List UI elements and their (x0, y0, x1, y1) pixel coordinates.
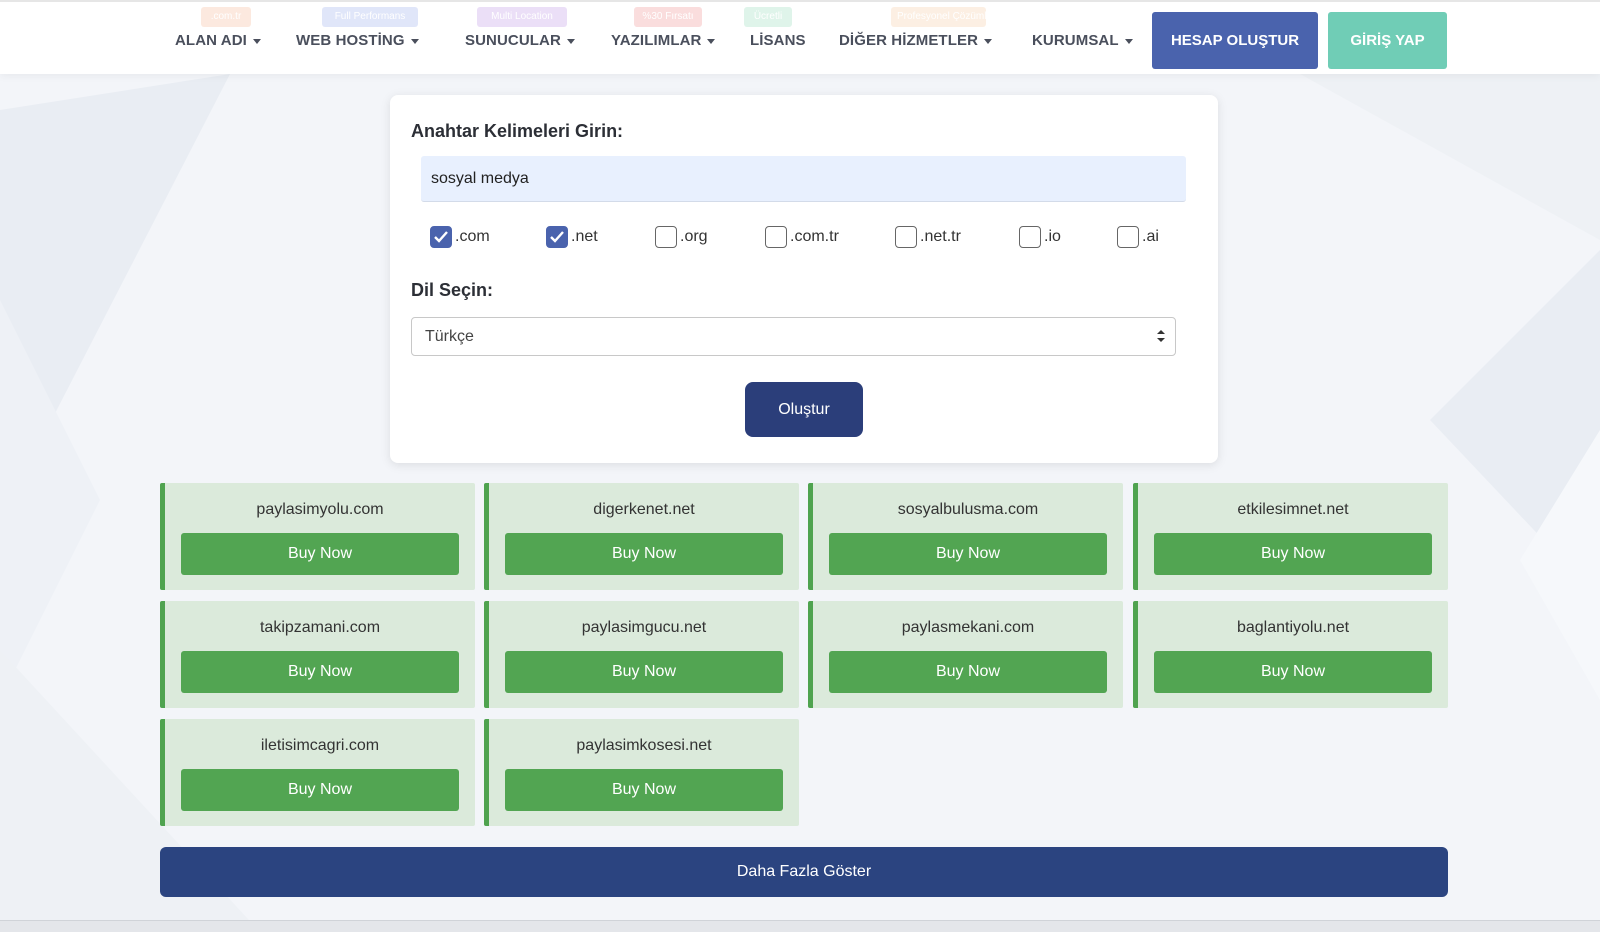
tld-label: .net (571, 228, 598, 245)
caret-down-icon (707, 38, 716, 44)
buy-now-button[interactable]: Buy Now (505, 651, 783, 693)
tld-checkbox-ai[interactable]: .ai (1117, 226, 1159, 248)
nav-item-label: KURUMSAL (1032, 32, 1119, 49)
top-navbar: .com.tr Full Performans Multi Location %… (0, 0, 1600, 74)
checkbox-empty-icon[interactable] (1117, 226, 1139, 248)
language-select[interactable]: Türkçe (411, 317, 1176, 356)
checkbox-empty-icon[interactable] (765, 226, 787, 248)
domain-name: paylasimkosesi.net (576, 737, 712, 754)
tld-label: .io (1044, 228, 1061, 245)
buy-now-button[interactable]: Buy Now (505, 533, 783, 575)
nav-item-label: ALAN ADI (175, 32, 247, 49)
domain-name: baglantiyolu.net (1236, 619, 1350, 636)
nav-badge-lisans: Ücretli (744, 7, 792, 27)
tld-checkbox-com[interactable]: .com (430, 226, 490, 248)
domain-card: baglantiyolu.net Buy Now (1133, 601, 1448, 708)
domain-card: paylasimkosesi.net Buy Now (484, 719, 799, 826)
caret-down-icon (252, 38, 261, 44)
buy-now-button[interactable]: Buy Now (1154, 651, 1432, 693)
checkbox-empty-icon[interactable] (1019, 226, 1041, 248)
nav-badge-alan-adi: .com.tr (201, 7, 251, 27)
tld-checkbox-org[interactable]: .org (655, 226, 708, 248)
tld-checkbox-net-tr[interactable]: .net.tr (895, 226, 961, 248)
nav-item-diger-hizmetler[interactable]: DİĞER HİZMETLER (839, 32, 992, 49)
domain-card: digerkenet.net Buy Now (484, 483, 799, 590)
login-button[interactable]: GİRİŞ YAP (1328, 12, 1447, 69)
domain-name: paylasmekani.com (901, 619, 1035, 636)
nav-item-web-hosting[interactable]: WEB HOSTİNG (296, 32, 419, 49)
domain-name: etkilesimnet.net (1237, 501, 1349, 518)
domain-card: sosyalbulusma.com Buy Now (808, 483, 1123, 590)
nav-item-label: LİSANS (750, 32, 806, 49)
checkbox-empty-icon[interactable] (655, 226, 677, 248)
buy-now-button[interactable]: Buy Now (1154, 533, 1432, 575)
language-label: Dil Seçin: (411, 280, 494, 300)
caret-down-icon (410, 38, 419, 44)
domain-card: takipzamani.com Buy Now (160, 601, 475, 708)
nav-item-kurumsal[interactable]: KURUMSAL (1032, 32, 1133, 49)
nav-badge-web-hosting: Full Performans (322, 7, 418, 27)
checkbox-empty-icon[interactable] (895, 226, 917, 248)
buy-now-button[interactable]: Buy Now (181, 769, 459, 811)
tld-checkbox-io[interactable]: .io (1019, 226, 1061, 248)
tld-label: .org (680, 228, 708, 245)
select-arrows-icon (1157, 330, 1165, 342)
domain-name: sosyalbulusma.com (897, 501, 1039, 518)
checkbox-checked-icon[interactable] (430, 226, 452, 248)
caret-down-icon (984, 38, 992, 44)
nav-item-label: YAZILIMLAR (611, 32, 702, 49)
tld-label: .ai (1142, 228, 1159, 245)
keywords-label: Anahtar Kelimeleri Girin: (411, 121, 624, 141)
tld-label: .net.tr (920, 228, 961, 245)
domain-card: paylasmekani.com Buy Now (808, 601, 1123, 708)
domain-name: iletisimcagri.com (260, 737, 380, 754)
nav-badge-sunucular: Multi Location (477, 7, 567, 27)
domain-card: etkilesimnet.net Buy Now (1133, 483, 1448, 590)
language-select-value: Türkçe (425, 327, 474, 345)
nav-item-alan-adi[interactable]: ALAN ADI (175, 32, 261, 49)
domain-name: paylasimyolu.com (256, 501, 384, 518)
domain-generator-form: Anahtar Kelimeleri Girin: .com .net .org… (390, 95, 1218, 463)
nav-item-label: WEB HOSTİNG (296, 32, 405, 49)
buy-now-button[interactable]: Buy Now (505, 769, 783, 811)
checkbox-checked-icon[interactable] (546, 226, 568, 248)
domain-name: paylasimgucu.net (581, 619, 707, 636)
buy-now-button[interactable]: Buy Now (829, 651, 1107, 693)
tld-label: .com.tr (790, 228, 839, 245)
page-bottom-edge (0, 920, 1600, 932)
nav-item-yazilimlar[interactable]: YAZILIMLAR (611, 32, 716, 49)
create-account-button[interactable]: HESAP OLUŞTUR (1152, 12, 1318, 69)
domain-card: paylasimyolu.com Buy Now (160, 483, 475, 590)
nav-item-lisans[interactable]: LİSANS (750, 32, 806, 49)
nav-badge-diger-hizmetler: Profesyonel Çözümler (891, 7, 995, 27)
tld-checkbox-net[interactable]: .net (546, 226, 598, 248)
nav-badge-yazilimlar: %30 Fırsatı (634, 7, 702, 27)
tld-checkbox-com-tr[interactable]: .com.tr (765, 226, 839, 248)
domain-card: paylasimgucu.net Buy Now (484, 601, 799, 708)
keyword-input[interactable] (421, 156, 1186, 202)
tld-label: .com (455, 228, 490, 245)
nav-item-sunucular[interactable]: SUNUCULAR (465, 32, 575, 49)
caret-down-icon (1124, 38, 1133, 44)
nav-item-label: DİĞER HİZMETLER (839, 32, 978, 49)
caret-down-icon (566, 38, 575, 44)
domain-card: iletisimcagri.com Buy Now (160, 719, 475, 826)
buy-now-button[interactable]: Buy Now (829, 533, 1107, 575)
generate-button[interactable]: Oluştur (745, 382, 863, 437)
domain-name: digerkenet.net (593, 501, 695, 518)
nav-item-label: SUNUCULAR (465, 32, 561, 49)
buy-now-button[interactable]: Buy Now (181, 533, 459, 575)
show-more-button[interactable]: Daha Fazla Göster (160, 847, 1448, 897)
buy-now-button[interactable]: Buy Now (181, 651, 459, 693)
domain-name: takipzamani.com (259, 619, 381, 636)
